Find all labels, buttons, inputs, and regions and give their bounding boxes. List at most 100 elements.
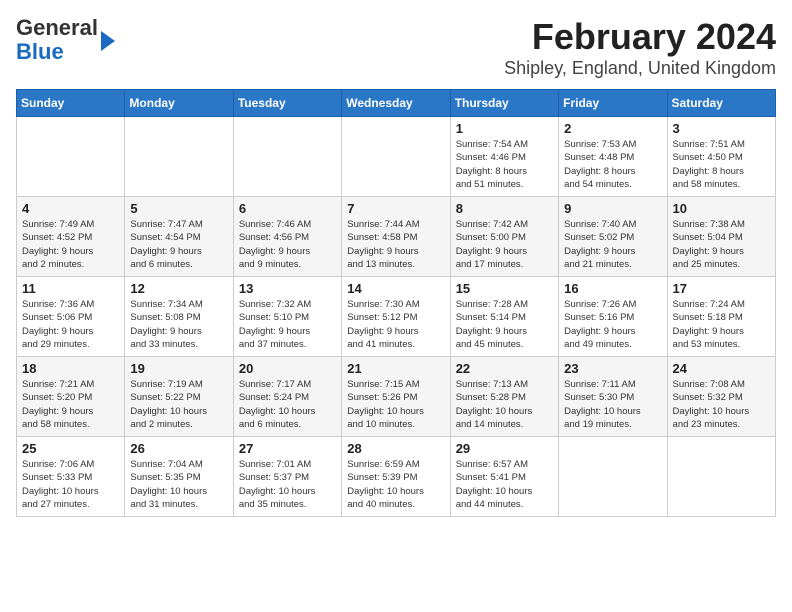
calendar-cell: 9 Sunrise: 7:40 AM Sunset: 5:02 PM Daylig… xyxy=(559,197,667,277)
day-number: 28 xyxy=(347,441,444,456)
header-day-tuesday: Tuesday xyxy=(233,90,341,117)
day-number: 11 xyxy=(22,281,119,296)
calendar-cell: 4 Sunrise: 7:49 AM Sunset: 4:52 PM Daylig… xyxy=(17,197,125,277)
day-info: Sunrise: 6:59 AM Sunset: 5:39 PM Dayligh… xyxy=(347,458,444,511)
day-info: Sunrise: 7:42 AM Sunset: 5:00 PM Dayligh… xyxy=(456,218,553,271)
calendar-cell: 5Sunrise: 7:47 AM Sunset: 4:54 PM Daylig… xyxy=(125,197,233,277)
calendar-cell xyxy=(342,117,450,197)
day-info: Sunrise: 6:57 AM Sunset: 5:41 PM Dayligh… xyxy=(456,458,553,511)
logo: General Blue xyxy=(16,16,115,64)
page-subtitle: Shipley, England, United Kingdom xyxy=(504,58,776,79)
calendar-cell: 16 Sunrise: 7:26 AM Sunset: 5:16 PM Dayli… xyxy=(559,277,667,357)
day-info: Sunrise: 7:44 AM Sunset: 4:58 PM Dayligh… xyxy=(347,218,444,271)
day-number: 27 xyxy=(239,441,336,456)
calendar-cell: 25 Sunrise: 7:06 AM Sunset: 5:33 PM Dayli… xyxy=(17,437,125,517)
day-info: Sunrise: 7:49 AM Sunset: 4:52 PM Dayligh… xyxy=(22,218,119,271)
calendar-table: SundayMondayTuesdayWednesdayThursdayFrid… xyxy=(16,89,776,517)
day-info: Sunrise: 7:15 AM Sunset: 5:26 PM Dayligh… xyxy=(347,378,444,431)
header-day-friday: Friday xyxy=(559,90,667,117)
day-number: 23 xyxy=(564,361,661,376)
calendar-cell: 12 Sunrise: 7:34 AM Sunset: 5:08 PM Dayli… xyxy=(125,277,233,357)
calendar-cell xyxy=(125,117,233,197)
calendar-cell: 7 Sunrise: 7:44 AM Sunset: 4:58 PM Daylig… xyxy=(342,197,450,277)
header-day-wednesday: Wednesday xyxy=(342,90,450,117)
day-number: 20 xyxy=(239,361,336,376)
day-number: 7 xyxy=(347,201,444,216)
day-info: Sunrise: 7:17 AM Sunset: 5:24 PM Dayligh… xyxy=(239,378,336,431)
calendar-cell: 20 Sunrise: 7:17 AM Sunset: 5:24 PM Dayli… xyxy=(233,357,341,437)
day-info: Sunrise: 7:36 AM Sunset: 5:06 PM Dayligh… xyxy=(22,298,119,351)
calendar-cell: 18 Sunrise: 7:21 AM Sunset: 5:20 PM Dayli… xyxy=(17,357,125,437)
header-day-saturday: Saturday xyxy=(667,90,775,117)
calendar-header-row: SundayMondayTuesdayWednesdayThursdayFrid… xyxy=(17,90,776,117)
day-number: 24 xyxy=(673,361,770,376)
day-number: 22 xyxy=(456,361,553,376)
calendar-cell: 23 Sunrise: 7:11 AM Sunset: 5:30 PM Dayli… xyxy=(559,357,667,437)
logo-blue: Blue xyxy=(16,39,64,64)
day-number: 9 xyxy=(564,201,661,216)
calendar-cell: 14 Sunrise: 7:30 AM Sunset: 5:12 PM Dayli… xyxy=(342,277,450,357)
day-number: 21 xyxy=(347,361,444,376)
day-info: Sunrise: 7:54 AM Sunset: 4:46 PM Dayligh… xyxy=(456,138,553,191)
page-title: February 2024 xyxy=(504,16,776,58)
calendar-cell: 28 Sunrise: 6:59 AM Sunset: 5:39 PM Dayli… xyxy=(342,437,450,517)
calendar-week-1: 1 Sunrise: 7:54 AM Sunset: 4:46 PM Daylig… xyxy=(17,117,776,197)
day-number: 29 xyxy=(456,441,553,456)
calendar-cell: 15 Sunrise: 7:28 AM Sunset: 5:14 PM Dayli… xyxy=(450,277,558,357)
day-number: 16 xyxy=(564,281,661,296)
day-info: Sunrise: 7:11 AM Sunset: 5:30 PM Dayligh… xyxy=(564,378,661,431)
day-number: 13 xyxy=(239,281,336,296)
calendar-cell: 6 Sunrise: 7:46 AM Sunset: 4:56 PM Daylig… xyxy=(233,197,341,277)
calendar-cell xyxy=(17,117,125,197)
calendar-cell: 8Sunrise: 7:42 AM Sunset: 5:00 PM Daylig… xyxy=(450,197,558,277)
day-info: Sunrise: 7:21 AM Sunset: 5:20 PM Dayligh… xyxy=(22,378,119,431)
calendar-cell xyxy=(667,437,775,517)
calendar-cell: 26Sunrise: 7:04 AM Sunset: 5:35 PM Dayli… xyxy=(125,437,233,517)
calendar-cell: 13Sunrise: 7:32 AM Sunset: 5:10 PM Dayli… xyxy=(233,277,341,357)
calendar-week-4: 18 Sunrise: 7:21 AM Sunset: 5:20 PM Dayli… xyxy=(17,357,776,437)
day-number: 1 xyxy=(456,121,553,136)
calendar-week-2: 4 Sunrise: 7:49 AM Sunset: 4:52 PM Daylig… xyxy=(17,197,776,277)
day-number: 2 xyxy=(564,121,661,136)
day-info: Sunrise: 7:06 AM Sunset: 5:33 PM Dayligh… xyxy=(22,458,119,511)
day-info: Sunrise: 7:30 AM Sunset: 5:12 PM Dayligh… xyxy=(347,298,444,351)
day-info: Sunrise: 7:26 AM Sunset: 5:16 PM Dayligh… xyxy=(564,298,661,351)
day-number: 25 xyxy=(22,441,119,456)
day-info: Sunrise: 7:19 AM Sunset: 5:22 PM Dayligh… xyxy=(130,378,227,431)
day-number: 19 xyxy=(130,361,227,376)
day-number: 12 xyxy=(130,281,227,296)
calendar-cell xyxy=(233,117,341,197)
day-number: 17 xyxy=(673,281,770,296)
header-day-sunday: Sunday xyxy=(17,90,125,117)
calendar-cell: 10Sunrise: 7:38 AM Sunset: 5:04 PM Dayli… xyxy=(667,197,775,277)
logo-general: General xyxy=(16,15,98,40)
calendar-cell xyxy=(559,437,667,517)
day-number: 6 xyxy=(239,201,336,216)
day-info: Sunrise: 7:01 AM Sunset: 5:37 PM Dayligh… xyxy=(239,458,336,511)
calendar-cell: 29 Sunrise: 6:57 AM Sunset: 5:41 PM Dayli… xyxy=(450,437,558,517)
calendar-cell: 21 Sunrise: 7:15 AM Sunset: 5:26 PM Dayli… xyxy=(342,357,450,437)
day-info: Sunrise: 7:08 AM Sunset: 5:32 PM Dayligh… xyxy=(673,378,770,431)
calendar-cell: 3 Sunrise: 7:51 AM Sunset: 4:50 PM Daylig… xyxy=(667,117,775,197)
day-info: Sunrise: 7:28 AM Sunset: 5:14 PM Dayligh… xyxy=(456,298,553,351)
day-info: Sunrise: 7:47 AM Sunset: 4:54 PM Dayligh… xyxy=(130,218,227,271)
header: General Blue February 2024 Shipley, Engl… xyxy=(16,16,776,79)
day-info: Sunrise: 7:34 AM Sunset: 5:08 PM Dayligh… xyxy=(130,298,227,351)
day-info: Sunrise: 7:04 AM Sunset: 5:35 PM Dayligh… xyxy=(130,458,227,511)
calendar-cell: 27 Sunrise: 7:01 AM Sunset: 5:37 PM Dayli… xyxy=(233,437,341,517)
day-number: 18 xyxy=(22,361,119,376)
day-number: 3 xyxy=(673,121,770,136)
day-info: Sunrise: 7:40 AM Sunset: 5:02 PM Dayligh… xyxy=(564,218,661,271)
calendar-cell: 24 Sunrise: 7:08 AM Sunset: 5:32 PM Dayli… xyxy=(667,357,775,437)
calendar-cell: 2Sunrise: 7:53 AM Sunset: 4:48 PM Daylig… xyxy=(559,117,667,197)
logo-arrow-icon xyxy=(101,31,115,51)
calendar-week-3: 11 Sunrise: 7:36 AM Sunset: 5:06 PM Dayli… xyxy=(17,277,776,357)
header-day-monday: Monday xyxy=(125,90,233,117)
day-info: Sunrise: 7:46 AM Sunset: 4:56 PM Dayligh… xyxy=(239,218,336,271)
day-info: Sunrise: 7:51 AM Sunset: 4:50 PM Dayligh… xyxy=(673,138,770,191)
day-info: Sunrise: 7:38 AM Sunset: 5:04 PM Dayligh… xyxy=(673,218,770,271)
day-number: 14 xyxy=(347,281,444,296)
day-number: 15 xyxy=(456,281,553,296)
day-number: 4 xyxy=(22,201,119,216)
calendar-cell: 11 Sunrise: 7:36 AM Sunset: 5:06 PM Dayli… xyxy=(17,277,125,357)
